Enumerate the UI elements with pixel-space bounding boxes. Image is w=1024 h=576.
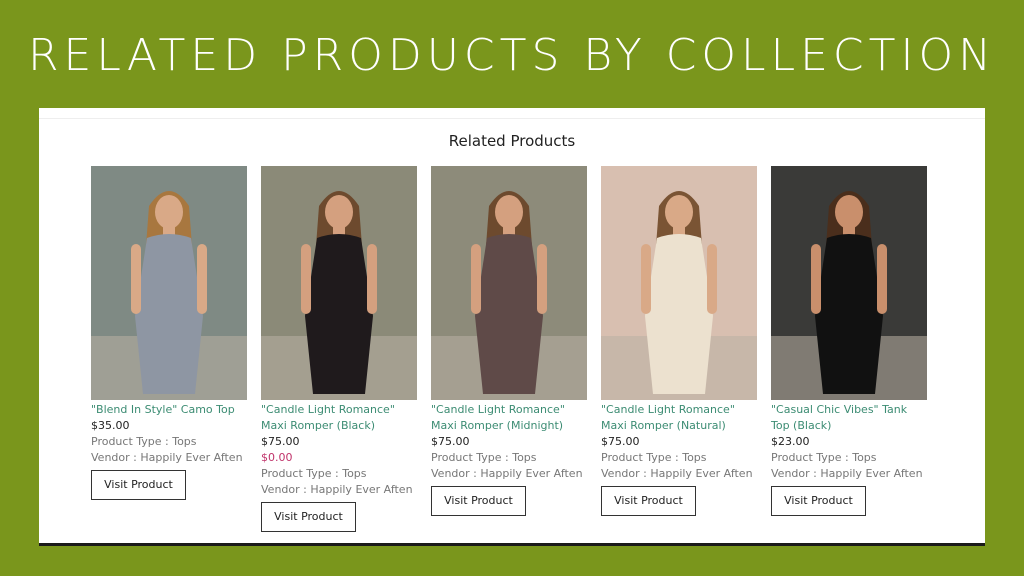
product-type: Product Type : Tops xyxy=(601,451,707,464)
product-price: $35.00 xyxy=(91,419,130,432)
model-face xyxy=(325,195,353,229)
product-image[interactable] xyxy=(91,166,247,400)
model-arm xyxy=(367,244,377,314)
product-grid: "Blend In Style" Camo Top $35.00 Product… xyxy=(91,166,927,532)
product-type: Product Type : Tops xyxy=(91,435,197,448)
model-arm xyxy=(537,244,547,314)
model-arm xyxy=(301,244,311,314)
product-title-link[interactable]: "Candle Light Romance" Maxi Romper (Natu… xyxy=(601,402,757,434)
model-arm xyxy=(131,244,141,314)
product-card: "Candle Light Romance" Maxi Romper (Midn… xyxy=(431,166,587,532)
product-title-link[interactable]: "Candle Light Romance" Maxi Romper (Blac… xyxy=(261,402,417,434)
visit-product-button[interactable]: Visit Product xyxy=(601,486,696,516)
product-price: $75.00 xyxy=(431,435,470,448)
product-image[interactable] xyxy=(431,166,587,400)
product-title-link[interactable]: "Blend In Style" Camo Top xyxy=(91,402,247,418)
product-vendor: Vendor : Happily Ever Aften xyxy=(771,467,923,480)
model-outfit xyxy=(645,234,713,394)
product-image[interactable] xyxy=(601,166,757,400)
product-vendor: Vendor : Happily Ever Aften xyxy=(601,467,753,480)
product-type: Product Type : Tops xyxy=(771,451,877,464)
visit-product-button[interactable]: Visit Product xyxy=(261,502,356,532)
product-image[interactable] xyxy=(771,166,927,400)
product-card: "Candle Light Romance" Maxi Romper (Blac… xyxy=(261,166,417,532)
model-photo xyxy=(771,166,927,400)
model-arm xyxy=(811,244,821,314)
product-image[interactable] xyxy=(261,166,417,400)
product-card: "Candle Light Romance" Maxi Romper (Natu… xyxy=(601,166,757,532)
product-price: $75.00 xyxy=(261,435,300,448)
model-arm xyxy=(877,244,887,314)
product-compare-price: $0.00 xyxy=(261,451,293,464)
product-type: Product Type : Tops xyxy=(431,451,537,464)
model-outfit xyxy=(305,234,373,394)
product-title-link[interactable]: "Casual Chic Vibes" Tank Top (Black) xyxy=(771,402,927,434)
product-price: $75.00 xyxy=(601,435,640,448)
model-outfit xyxy=(135,234,203,394)
product-card: "Blend In Style" Camo Top $35.00 Product… xyxy=(91,166,247,532)
model-outfit xyxy=(815,234,883,394)
model-face xyxy=(155,195,183,229)
banner-title: RELATED PRODUCTS BY COLLECTION xyxy=(27,30,997,81)
model-face xyxy=(665,195,693,229)
product-card: "Casual Chic Vibes" Tank Top (Black) $23… xyxy=(771,166,927,532)
related-products-panel: Related Products "Blend In Style" Camo T… xyxy=(39,108,985,546)
divider xyxy=(39,118,985,119)
visit-product-button[interactable]: Visit Product xyxy=(771,486,866,516)
section-heading: Related Products xyxy=(448,132,576,150)
product-title-link[interactable]: "Candle Light Romance" Maxi Romper (Midn… xyxy=(431,402,587,434)
product-price: $23.00 xyxy=(771,435,810,448)
model-face xyxy=(495,195,523,229)
model-photo xyxy=(261,166,417,400)
model-arm xyxy=(471,244,481,314)
product-type: Product Type : Tops xyxy=(261,467,367,480)
model-outfit xyxy=(475,234,543,394)
model-photo xyxy=(601,166,757,400)
visit-product-button[interactable]: Visit Product xyxy=(91,470,186,500)
product-vendor: Vendor : Happily Ever Aften xyxy=(261,483,413,496)
product-vendor: Vendor : Happily Ever Aften xyxy=(91,451,243,464)
visit-product-button[interactable]: Visit Product xyxy=(431,486,526,516)
model-face xyxy=(835,195,863,229)
model-arm xyxy=(707,244,717,314)
model-photo xyxy=(91,166,247,400)
product-vendor: Vendor : Happily Ever Aften xyxy=(431,467,583,480)
model-photo xyxy=(431,166,587,400)
model-arm xyxy=(641,244,651,314)
model-arm xyxy=(197,244,207,314)
